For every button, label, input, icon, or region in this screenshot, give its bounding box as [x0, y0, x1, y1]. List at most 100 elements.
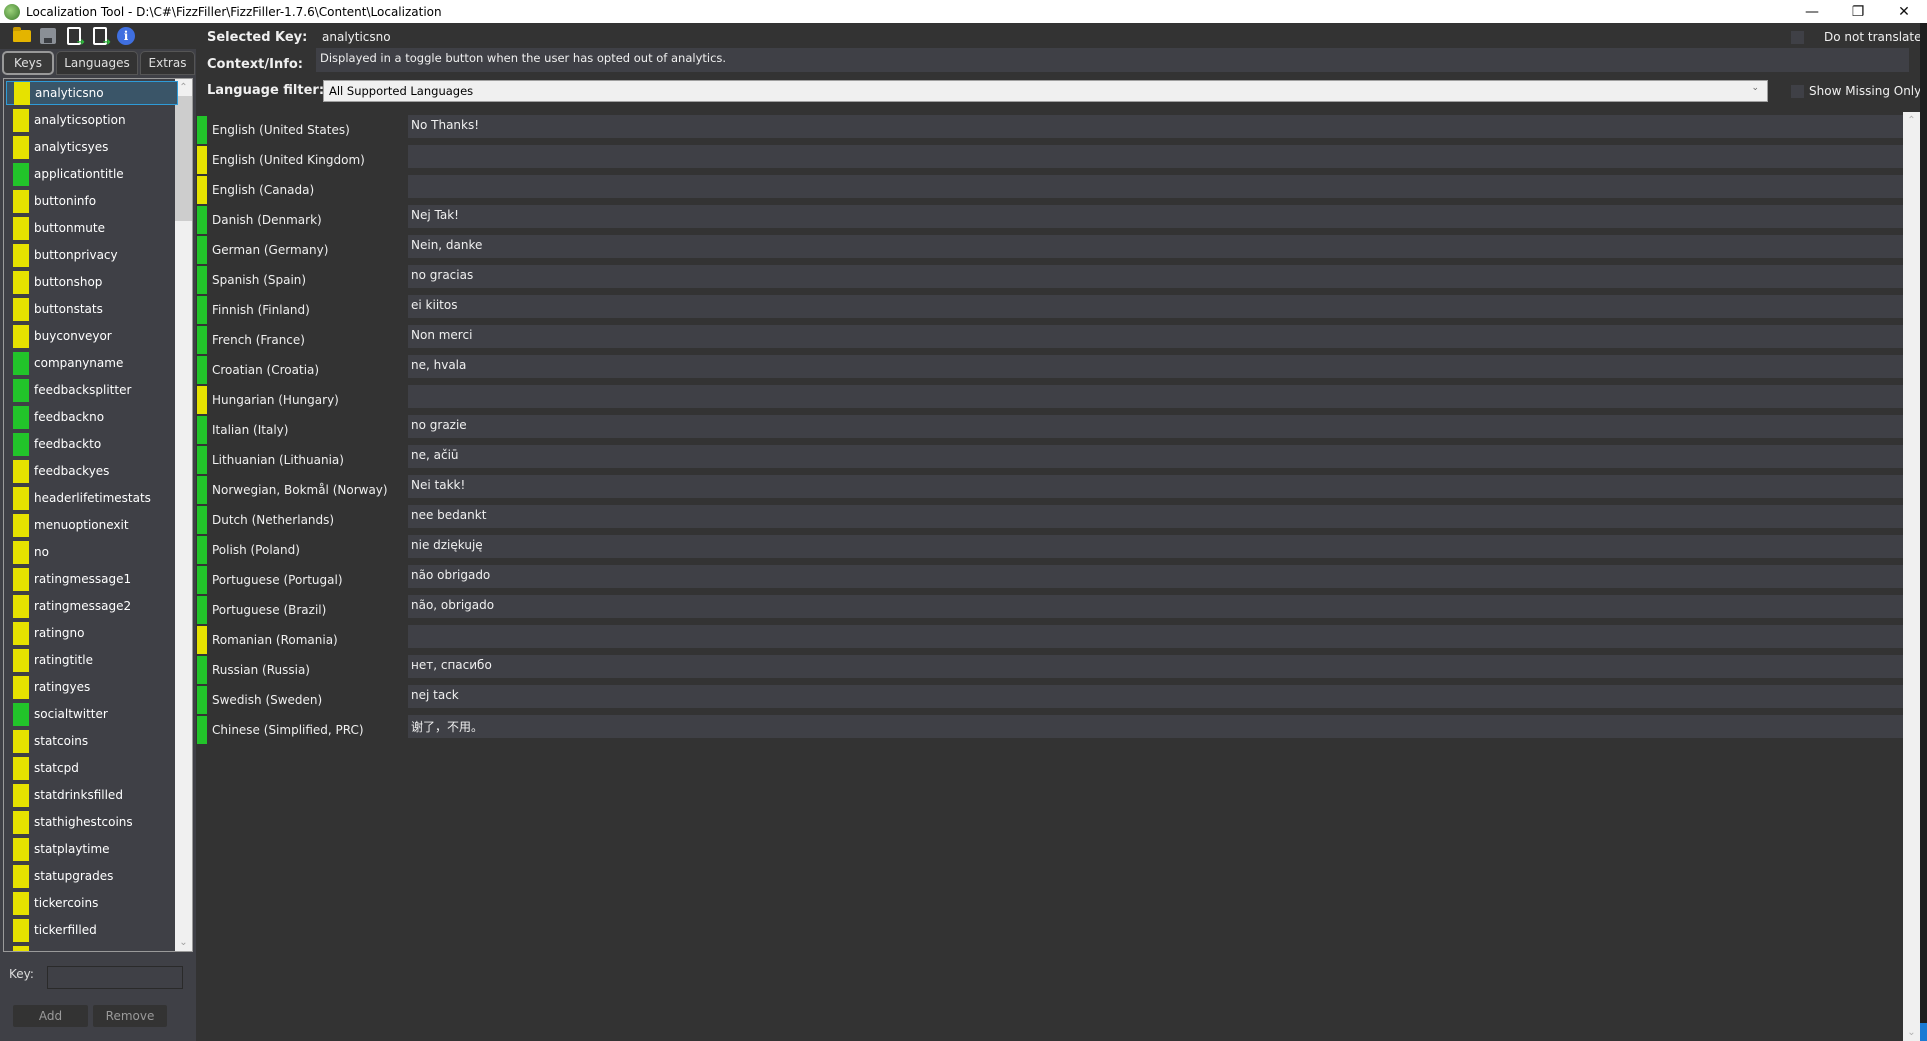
key-list-item[interactable]: buttonprivacy	[6, 243, 178, 267]
translation-input[interactable]: ne, ačiū	[408, 445, 1903, 468]
key-list-item[interactable]: ratingno	[6, 621, 178, 645]
status-indicator	[197, 416, 207, 444]
key-list-item[interactable]: buyconveyor	[6, 324, 178, 348]
translation-input[interactable]: No Thanks!	[408, 115, 1903, 138]
translation-input[interactable]: ei kiitos	[408, 295, 1903, 318]
key-list-item[interactable]: statcoins	[6, 729, 178, 753]
context-label: Context/Info:	[207, 57, 303, 72]
key-list-item[interactable]	[6, 945, 178, 951]
key-list-item[interactable]: analyticsoption	[6, 108, 178, 132]
translation-input[interactable]	[408, 625, 1903, 648]
key-list-item[interactable]: applicationtitle	[6, 162, 178, 186]
export-file-icon[interactable]	[90, 26, 111, 48]
tab-languages[interactable]: Languages	[56, 51, 138, 75]
key-list-item[interactable]: statdrinksfilled	[6, 783, 178, 807]
key-list-item[interactable]: stathighestcoins	[6, 810, 178, 834]
translation-input[interactable]: Non merci	[408, 325, 1903, 348]
key-list-item[interactable]: feedbackto	[6, 432, 178, 456]
key-list-item[interactable]: statplaytime	[6, 837, 178, 861]
translation-row: Spanish (Spain) no gracias	[197, 265, 1903, 294]
translation-input[interactable]	[408, 175, 1903, 198]
translation-input[interactable]: nee bedankt	[408, 505, 1903, 528]
status-indicator	[197, 146, 207, 174]
close-button[interactable]: ✕	[1881, 0, 1927, 23]
translation-input[interactable]	[408, 145, 1903, 168]
language-filter-select[interactable]: All Supported Languages ⌄	[323, 80, 1768, 102]
import-file-icon[interactable]	[64, 26, 85, 48]
language-name: Lithuanian (Lithuania)	[212, 453, 344, 467]
translation-row: Portuguese (Brazil) não, obrigado	[197, 595, 1903, 624]
key-list-item[interactable]: menuoptionexit	[6, 513, 178, 537]
translations-scrollbar[interactable]: ⌃ ⌄	[1903, 112, 1920, 1041]
key-list-item[interactable]: ratingmessage2	[6, 594, 178, 618]
key-list-item[interactable]: ratingtitle	[6, 648, 178, 672]
translation-input[interactable]: нет, спасибо	[408, 655, 1903, 678]
status-swatch	[13, 648, 29, 672]
show-missing-only-checkbox[interactable]	[1791, 85, 1804, 98]
key-list-item[interactable]: analyticsyes	[6, 135, 178, 159]
scroll-down-arrow-icon[interactable]: ⌄	[1903, 1024, 1920, 1041]
key-list-item[interactable]: feedbackno	[6, 405, 178, 429]
folder-open-icon[interactable]	[12, 26, 32, 46]
key-name: menuoptionexit	[34, 518, 129, 532]
translation-row: English (United Kingdom)	[197, 145, 1903, 174]
scroll-up-arrow-icon[interactable]: ⌃	[1903, 112, 1920, 129]
key-list-item[interactable]: ratingmessage1	[6, 567, 178, 591]
maximize-button[interactable]: ❐	[1835, 0, 1881, 23]
tab-extras[interactable]: Extras	[140, 51, 195, 75]
key-list-item[interactable]: no	[6, 540, 178, 564]
translation-input[interactable]: Nej Tak!	[408, 205, 1903, 228]
status-indicator	[197, 326, 207, 354]
translation-row: Portuguese (Portugal) não obrigado	[197, 565, 1903, 594]
translation-input[interactable]: nej tack	[408, 685, 1903, 708]
key-list-item[interactable]: socialtwitter	[6, 702, 178, 726]
translation-input[interactable]: Nei takk!	[408, 475, 1903, 498]
key-list-item[interactable]: headerlifetimestats	[6, 486, 178, 510]
translation-input[interactable]: no gracias	[408, 265, 1903, 288]
key-list-item[interactable]: buttonmute	[6, 216, 178, 240]
translation-input[interactable]: não, obrigado	[408, 595, 1903, 618]
translation-input[interactable]	[408, 385, 1903, 408]
translation-input[interactable]: não obrigado	[408, 565, 1903, 588]
key-list-item[interactable]: statcpd	[6, 756, 178, 780]
translation-input[interactable]: no grazie	[408, 415, 1903, 438]
key-list-item[interactable]: buttonshop	[6, 270, 178, 294]
key-list-item[interactable]: statupgrades	[6, 864, 178, 888]
add-key-button[interactable]: Add	[13, 1005, 88, 1027]
tab-keys[interactable]: Keys	[2, 51, 54, 75]
save-icon[interactable]	[38, 26, 58, 46]
do-not-translate-label: Do not translate	[1824, 30, 1922, 44]
language-name: French (France)	[212, 333, 305, 347]
key-name: buyconveyor	[34, 329, 112, 343]
key-list-item[interactable]: buttonstats	[6, 297, 178, 321]
language-name: Croatian (Croatia)	[212, 363, 320, 377]
translation-input[interactable]: nie dziękuję	[408, 535, 1903, 558]
translation-row: Swedish (Sweden) nej tack	[197, 685, 1903, 714]
remove-key-button[interactable]: Remove	[93, 1005, 167, 1027]
key-input[interactable]	[47, 966, 183, 989]
translation-input[interactable]: ne, hvala	[408, 355, 1903, 378]
status-swatch	[13, 891, 29, 915]
translation-row: Chinese (Simplified, PRC) 谢了，不用。	[197, 715, 1903, 744]
key-list-item[interactable]: buttoninfo	[6, 189, 178, 213]
minimize-button[interactable]: —	[1789, 0, 1835, 23]
key-list-item[interactable]: analyticsno	[6, 81, 178, 105]
key-list[interactable]: ⌃ ⌄ analyticsno analyticsoption analyticsy…	[3, 78, 193, 952]
status-swatch	[13, 702, 29, 726]
status-swatch	[13, 756, 29, 780]
translation-input[interactable]: Nein, danke	[408, 235, 1903, 258]
translation-input[interactable]: 谢了，不用。	[408, 715, 1903, 738]
key-list-item[interactable]: tickercoins	[6, 891, 178, 915]
do-not-translate-checkbox[interactable]	[1791, 31, 1804, 44]
key-list-item[interactable]: feedbacksplitter	[6, 378, 178, 402]
status-swatch	[13, 675, 29, 699]
key-name: tickercoins	[34, 896, 99, 910]
key-list-item[interactable]: tickerfilled	[6, 918, 178, 942]
key-list-item[interactable]: companyname	[6, 351, 178, 375]
key-list-item[interactable]: feedbackyes	[6, 459, 178, 483]
context-info-field[interactable]: Displayed in a toggle button when the us…	[316, 48, 1909, 72]
key-list-item[interactable]: ratingyes	[6, 675, 178, 699]
info-icon[interactable]: i	[116, 26, 136, 46]
language-name: English (United States)	[212, 123, 350, 137]
status-swatch	[13, 459, 29, 483]
